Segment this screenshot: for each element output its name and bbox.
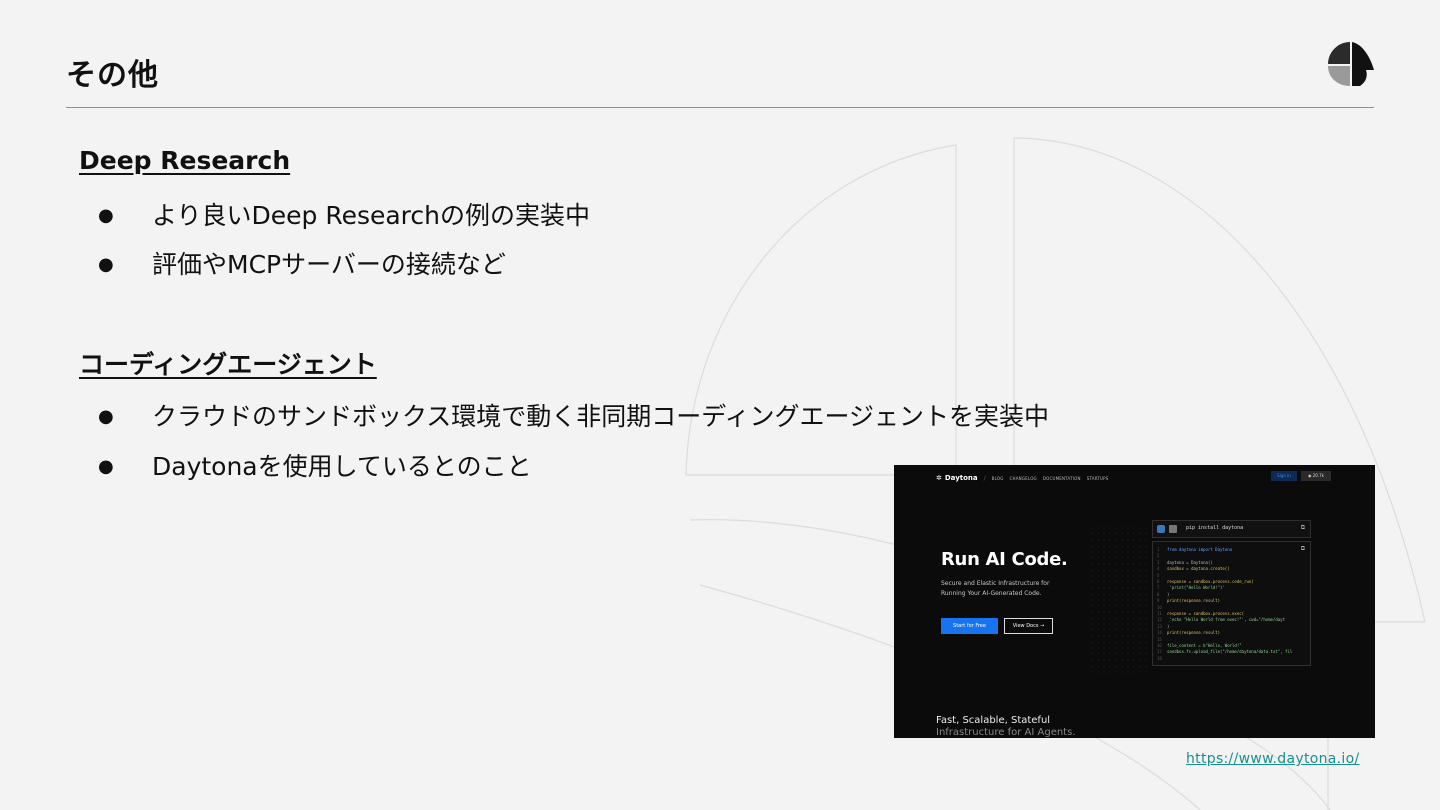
- code-text: response = sandbox.process.code_run(: [1167, 579, 1254, 584]
- code-line: 15: [1157, 637, 1167, 642]
- code-text: daytona = Daytona(): [1167, 559, 1213, 565]
- code-line: 11 response = sandbox.process.exec(: [1157, 611, 1244, 616]
- daytona-gear-icon: ✲: [936, 474, 942, 482]
- list-item: ● Daytonaを使用しているとのこと: [98, 447, 532, 483]
- start-for-free-button: Start for Free: [941, 618, 998, 634]
- code-line: 14 print(response.result): [1157, 630, 1220, 635]
- code-text: from daytona import Daytona: [1167, 547, 1233, 552]
- code-text: ): [1167, 623, 1170, 629]
- nav-link-changelog: CHANGELOG: [1009, 475, 1037, 481]
- code-line: 16 file_content = b"Hello, World!": [1157, 643, 1242, 648]
- nav-link-documentation: DOCUMENTATION: [1042, 475, 1081, 481]
- code-line: 13): [1157, 624, 1169, 629]
- leaf-logo-icon: [1328, 42, 1374, 86]
- line-number: 16: [1157, 643, 1162, 648]
- nav-link-blog: BLOG: [991, 475, 1004, 481]
- footer-line: Infrastructure for AI Agents.: [936, 727, 1076, 738]
- line-number: 9: [1157, 598, 1160, 604]
- footer-line: Fast, Scalable, Stateful: [936, 715, 1051, 726]
- code-line: 12 'echo "Hello World from exec!"', cwd=…: [1157, 617, 1285, 622]
- list-item: ● 評価やMCPサーバーの接続など: [98, 245, 506, 281]
- bullet-text: Daytonaを使用しているとのこと: [152, 452, 532, 481]
- code-line: 6 response = sandbox.process.code_run(: [1157, 579, 1254, 584]
- dot-grid-decoration: [1089, 525, 1149, 675]
- line-number: 6: [1157, 579, 1160, 584]
- code-text: ): [1167, 591, 1170, 597]
- title-divider: [66, 107, 1374, 108]
- code-line: 7 'print("Hello World!")': [1157, 585, 1225, 590]
- package-icon: [1169, 525, 1177, 533]
- code-line: 2: [1157, 553, 1167, 558]
- github-stars-count: 20.7k: [1312, 473, 1324, 478]
- line-number: 18: [1157, 655, 1162, 661]
- copy-icon: ⧉: [1300, 545, 1305, 552]
- bullet-icon: ●: [98, 254, 114, 275]
- hero-subtitle: Secure and Elastic Infrastructure for Ru…: [941, 579, 1081, 599]
- hero-subtitle-line: Running Your AI-Generated Code.: [941, 590, 1042, 597]
- code-line: 3 daytona = Daytona(): [1157, 560, 1213, 565]
- line-number: 3: [1157, 559, 1160, 565]
- bullet-text: クラウドのサンドボックス環境で動く非同期コーディングエージェントを実装中: [152, 402, 1050, 431]
- line-number: 1: [1157, 547, 1160, 552]
- line-number: 5: [1157, 572, 1160, 578]
- line-number: 8: [1157, 591, 1160, 597]
- nav-link-startups: STARTUPS: [1086, 475, 1109, 481]
- line-number: 4: [1157, 566, 1160, 572]
- brand-name: Daytona: [944, 474, 978, 482]
- section-heading-deep-research: Deep Research: [79, 146, 291, 175]
- bullet-text: 評価やMCPサーバーの接続など: [152, 250, 506, 279]
- source-url-link[interactable]: https://www.daytona.io/: [1186, 751, 1359, 767]
- sign-in-button: Sign in: [1271, 471, 1297, 481]
- line-number: 2: [1157, 553, 1160, 559]
- line-number: 10: [1157, 604, 1162, 610]
- line-number: 11: [1157, 611, 1162, 616]
- github-stars-badge: ◉ 20.7k: [1301, 471, 1331, 481]
- code-line: 10: [1157, 605, 1167, 610]
- line-number: 12: [1157, 617, 1162, 623]
- hero-title: Run AI Code.: [941, 549, 1068, 570]
- nav-separator: /: [983, 474, 986, 482]
- code-line: 8): [1157, 592, 1169, 597]
- line-number: 17: [1157, 649, 1162, 655]
- bullet-text: より良いDeep Researchの例の実装中: [152, 201, 591, 230]
- daytona-website-screenshot: ✲ Daytona / BLOG CHANGELOG DOCUMENTATION…: [894, 465, 1375, 738]
- line-number: 14: [1157, 630, 1162, 636]
- bullet-icon: ●: [98, 406, 114, 427]
- code-sample: ⧉ 1 from daytona import Daytona 2 3 daytona …: [1152, 541, 1311, 666]
- code-line: 1 from daytona import Daytona: [1157, 547, 1232, 552]
- slide-title: その他: [66, 58, 159, 93]
- code-text: file_content = b"Hello, World!": [1167, 643, 1242, 648]
- python-icon: [1157, 525, 1165, 533]
- install-command: pip install daytona: [1186, 525, 1244, 531]
- section-heading-coding-agent: コーディングエージェント: [79, 350, 377, 379]
- list-item: ● より良いDeep Researchの例の実装中: [98, 196, 590, 232]
- daytona-brand: ✲ Daytona: [936, 474, 978, 482]
- hero-subtitle-line: Secure and Elastic Infrastructure for: [941, 580, 1050, 587]
- code-text: print(response.result): [1167, 598, 1220, 604]
- screenshot-footer-text: Fast, Scalable, Stateful Infrastructure …: [936, 715, 1076, 738]
- code-line: 17 sandbox.fs.upload_file("/home/daytona/…: [1157, 649, 1292, 654]
- list-item: ● クラウドのサンドボックス環境で動く非同期コーディングエージェントを実装中: [98, 397, 1049, 433]
- bullet-icon: ●: [98, 456, 114, 477]
- code-line: 18: [1157, 656, 1167, 661]
- code-line: 9 print(response.result): [1157, 598, 1220, 603]
- install-command-box: pip install daytona ⧉: [1152, 520, 1311, 538]
- code-text: print(response.result): [1167, 630, 1220, 636]
- line-number: 13: [1157, 623, 1162, 629]
- view-docs-button: View Docs →: [1004, 618, 1053, 634]
- code-text: sandbox.fs.upload_file("/home/daytona/da…: [1167, 649, 1293, 655]
- code-text: 'print("Hello World!")': [1167, 585, 1225, 591]
- copy-icon: ⧉: [1300, 524, 1305, 531]
- line-number: 7: [1157, 585, 1160, 591]
- code-line: 4 sandbox = daytona.create(): [1157, 566, 1230, 571]
- code-text: sandbox = daytona.create(): [1167, 566, 1230, 572]
- code-text: 'echo "Hello World from exec!"', cwd="/h…: [1167, 617, 1286, 623]
- bullet-icon: ●: [98, 205, 114, 226]
- code-line: 5: [1157, 573, 1167, 578]
- code-text: response = sandbox.process.exec(: [1167, 611, 1245, 616]
- screenshot-nav: ✲ Daytona / BLOG CHANGELOG DOCUMENTATION…: [936, 472, 1115, 484]
- line-number: 15: [1157, 636, 1162, 642]
